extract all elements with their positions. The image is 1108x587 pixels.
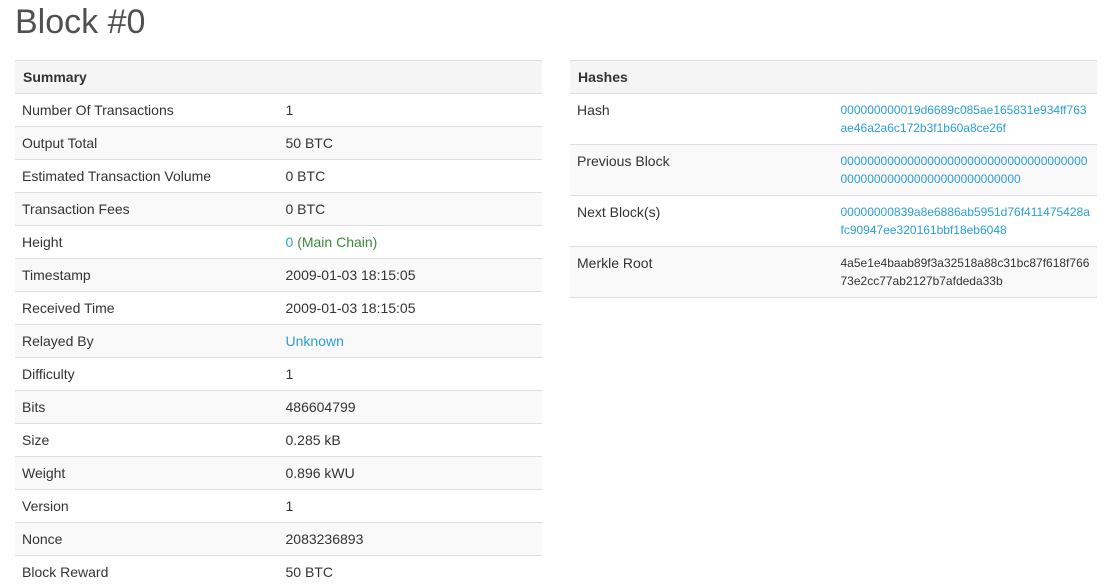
summary-table: Summary Number Of Transactions 1 Output … bbox=[15, 60, 542, 587]
weight-value: 0.896 kWU bbox=[278, 456, 542, 490]
table-row: Weight 0.896 kWU bbox=[15, 456, 542, 490]
table-row: Output Total 50 BTC bbox=[15, 126, 542, 160]
table-row: Difficulty 1 bbox=[15, 357, 542, 391]
table-row: Relayed By Unknown bbox=[15, 324, 542, 358]
relayed-by-link[interactable]: Unknown bbox=[286, 333, 344, 349]
received-value: 2009-01-03 18:15:05 bbox=[278, 291, 542, 325]
hashes-table: Hashes Hash 000000000019d6689c085ae16583… bbox=[570, 60, 1097, 298]
num-tx-value: 1 bbox=[278, 93, 542, 127]
version-label: Version bbox=[15, 489, 279, 523]
nonce-value: 2083236893 bbox=[278, 522, 542, 556]
bits-value: 486604799 bbox=[278, 390, 542, 424]
merkle-root-value: 4a5e1e4baab89f3a32518a88c31bc87f618f7667… bbox=[833, 246, 1097, 298]
table-row: Hash 000000000019d6689c085ae165831e934ff… bbox=[570, 93, 1097, 145]
fees-value: 0 BTC bbox=[278, 192, 542, 226]
table-row: Block Reward 50 BTC bbox=[15, 555, 542, 587]
size-value: 0.285 kB bbox=[278, 423, 542, 457]
output-total-value: 50 BTC bbox=[278, 126, 542, 160]
size-label: Size bbox=[15, 423, 279, 457]
est-volume-label: Estimated Transaction Volume bbox=[15, 159, 279, 193]
received-label: Received Time bbox=[15, 291, 279, 325]
hash-link[interactable]: 000000000019d6689c085ae165831e934ff763ae… bbox=[841, 103, 1087, 135]
previous-block-label: Previous Block bbox=[570, 144, 834, 196]
table-row: Bits 486604799 bbox=[15, 390, 542, 424]
version-value: 1 bbox=[278, 489, 542, 523]
est-volume-value: 0 BTC bbox=[278, 159, 542, 193]
table-row: Merkle Root 4a5e1e4baab89f3a32518a88c31b… bbox=[570, 246, 1097, 298]
height-label: Height bbox=[15, 225, 279, 259]
difficulty-label: Difficulty bbox=[15, 357, 279, 391]
hashes-header-row: Hashes bbox=[570, 60, 1097, 94]
main-chain-badge: (Main Chain) bbox=[297, 234, 378, 250]
next-block-cell: 00000000839a8e6886ab5951d76f411475428afc… bbox=[833, 195, 1097, 247]
weight-label: Weight bbox=[15, 456, 279, 490]
hashes-header: Hashes bbox=[570, 60, 1097, 94]
previous-block-cell: 0000000000000000000000000000000000000000… bbox=[833, 144, 1097, 196]
next-block-label: Next Block(s) bbox=[570, 195, 834, 247]
table-row: Estimated Transaction Volume 0 BTC bbox=[15, 159, 542, 193]
summary-header-row: Summary bbox=[15, 60, 542, 94]
num-tx-label: Number Of Transactions bbox=[15, 93, 279, 127]
next-block-link[interactable]: 00000000839a8e6886ab5951d76f411475428afc… bbox=[841, 205, 1090, 237]
reward-label: Block Reward bbox=[15, 555, 279, 587]
table-row: Previous Block 0000000000000000000000000… bbox=[570, 144, 1097, 196]
table-row: Nonce 2083236893 bbox=[15, 522, 542, 556]
merkle-root-label: Merkle Root bbox=[570, 246, 834, 298]
table-row: Height 0 (Main Chain) bbox=[15, 225, 542, 259]
bits-label: Bits bbox=[15, 390, 279, 424]
output-total-label: Output Total bbox=[15, 126, 279, 160]
table-row: Transaction Fees 0 BTC bbox=[15, 192, 542, 226]
table-row: Next Block(s) 00000000839a8e6886ab5951d7… bbox=[570, 195, 1097, 247]
height-link[interactable]: 0 bbox=[286, 234, 294, 250]
table-row: Version 1 bbox=[15, 489, 542, 523]
page-title: Block #0 bbox=[15, 3, 146, 41]
timestamp-value: 2009-01-03 18:15:05 bbox=[278, 258, 542, 292]
difficulty-value: 1 bbox=[278, 357, 542, 391]
table-row: Number Of Transactions 1 bbox=[15, 93, 542, 127]
previous-block-link[interactable]: 0000000000000000000000000000000000000000… bbox=[841, 154, 1088, 186]
table-row: Received Time 2009-01-03 18:15:05 bbox=[15, 291, 542, 325]
hash-cell: 000000000019d6689c085ae165831e934ff763ae… bbox=[833, 93, 1097, 145]
relayed-by-label: Relayed By bbox=[15, 324, 279, 358]
timestamp-label: Timestamp bbox=[15, 258, 279, 292]
hash-label: Hash bbox=[570, 93, 834, 145]
nonce-label: Nonce bbox=[15, 522, 279, 556]
table-row: Size 0.285 kB bbox=[15, 423, 542, 457]
reward-value: 50 BTC bbox=[278, 555, 542, 587]
relayed-by-cell: Unknown bbox=[278, 324, 542, 358]
summary-header: Summary bbox=[15, 60, 542, 94]
table-row: Timestamp 2009-01-03 18:15:05 bbox=[15, 258, 542, 292]
fees-label: Transaction Fees bbox=[15, 192, 279, 226]
height-cell: 0 (Main Chain) bbox=[278, 225, 542, 259]
block-page: Block #0 Summary Number Of Transactions … bbox=[0, 0, 1108, 587]
